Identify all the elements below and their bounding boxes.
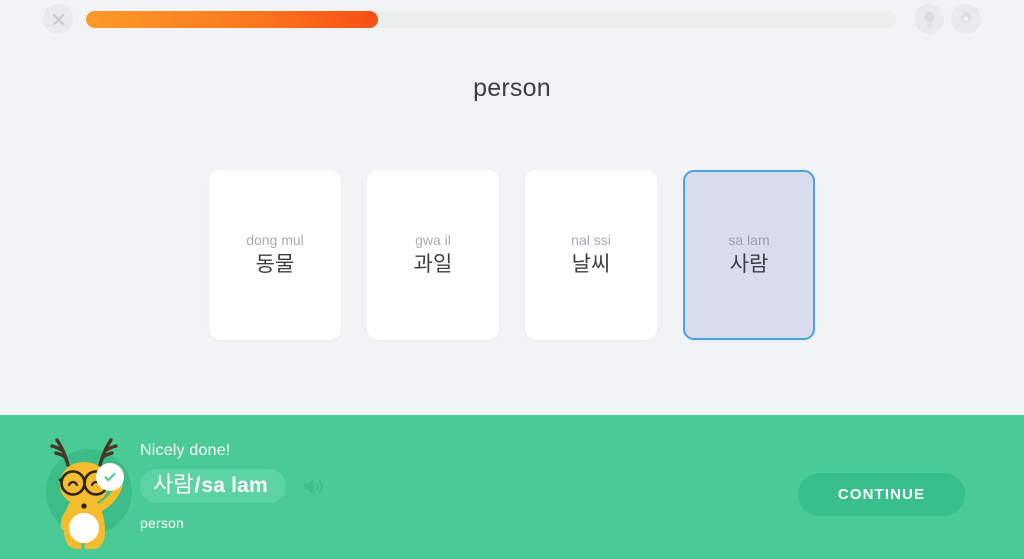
check-circle-icon: [104, 472, 116, 482]
answer-romanization: sa lam: [201, 474, 268, 497]
deer-mascot-icon: [50, 438, 123, 549]
answer-separator: /: [194, 474, 201, 497]
answer-card-2[interactable]: gwa il 과일: [367, 170, 499, 340]
feedback-banner: Nicely done! 사람 / sa lam person CONTINUE: [0, 415, 1024, 559]
card-romanization: sa lam: [728, 231, 770, 248]
hint-button[interactable]: [914, 4, 944, 34]
correct-answer-pill: 사람 / sa lam: [140, 469, 286, 503]
card-romanization: dong mul: [246, 231, 304, 248]
answer-card-4-selected[interactable]: sa lam 사람: [683, 170, 815, 340]
progress-bar-fill: [86, 10, 378, 28]
gear-icon: [960, 11, 972, 24]
card-word: 사람: [729, 252, 769, 276]
speaker-icon: [303, 478, 323, 494]
continue-button[interactable]: CONTINUE: [798, 473, 965, 516]
mascot: [38, 421, 138, 553]
close-x-icon: [52, 13, 64, 25]
close-button[interactable]: [43, 4, 73, 34]
status-badge: [96, 463, 124, 491]
card-romanization: nal ssi: [571, 231, 611, 248]
answer-row: 사람 / sa lam: [140, 469, 700, 503]
card-romanization: gwa il: [415, 231, 451, 248]
card-word: 날씨: [571, 252, 611, 276]
top-bar: [0, 0, 1024, 38]
answer-word: 사람: [153, 472, 194, 497]
answer-card-3[interactable]: nal ssi 날씨: [525, 170, 657, 340]
progress-bar: [86, 10, 896, 28]
feedback-text-group: Nicely done! 사람 / sa lam person: [140, 443, 700, 531]
feedback-headline: Nicely done!: [140, 442, 231, 459]
page-title: person: [473, 74, 551, 102]
answer-card-list: dong mul 동물 gwa il 과일 nal ssi 날씨 sa lam …: [0, 170, 1024, 340]
answer-meaning: person: [140, 515, 185, 531]
card-word: 동물: [255, 252, 295, 276]
lightbulb-icon: [923, 11, 935, 27]
play-audio-button[interactable]: [302, 477, 324, 496]
settings-button[interactable]: [951, 4, 981, 34]
card-word: 과일: [413, 252, 453, 276]
answer-card-1[interactable]: dong mul 동물: [209, 170, 341, 340]
